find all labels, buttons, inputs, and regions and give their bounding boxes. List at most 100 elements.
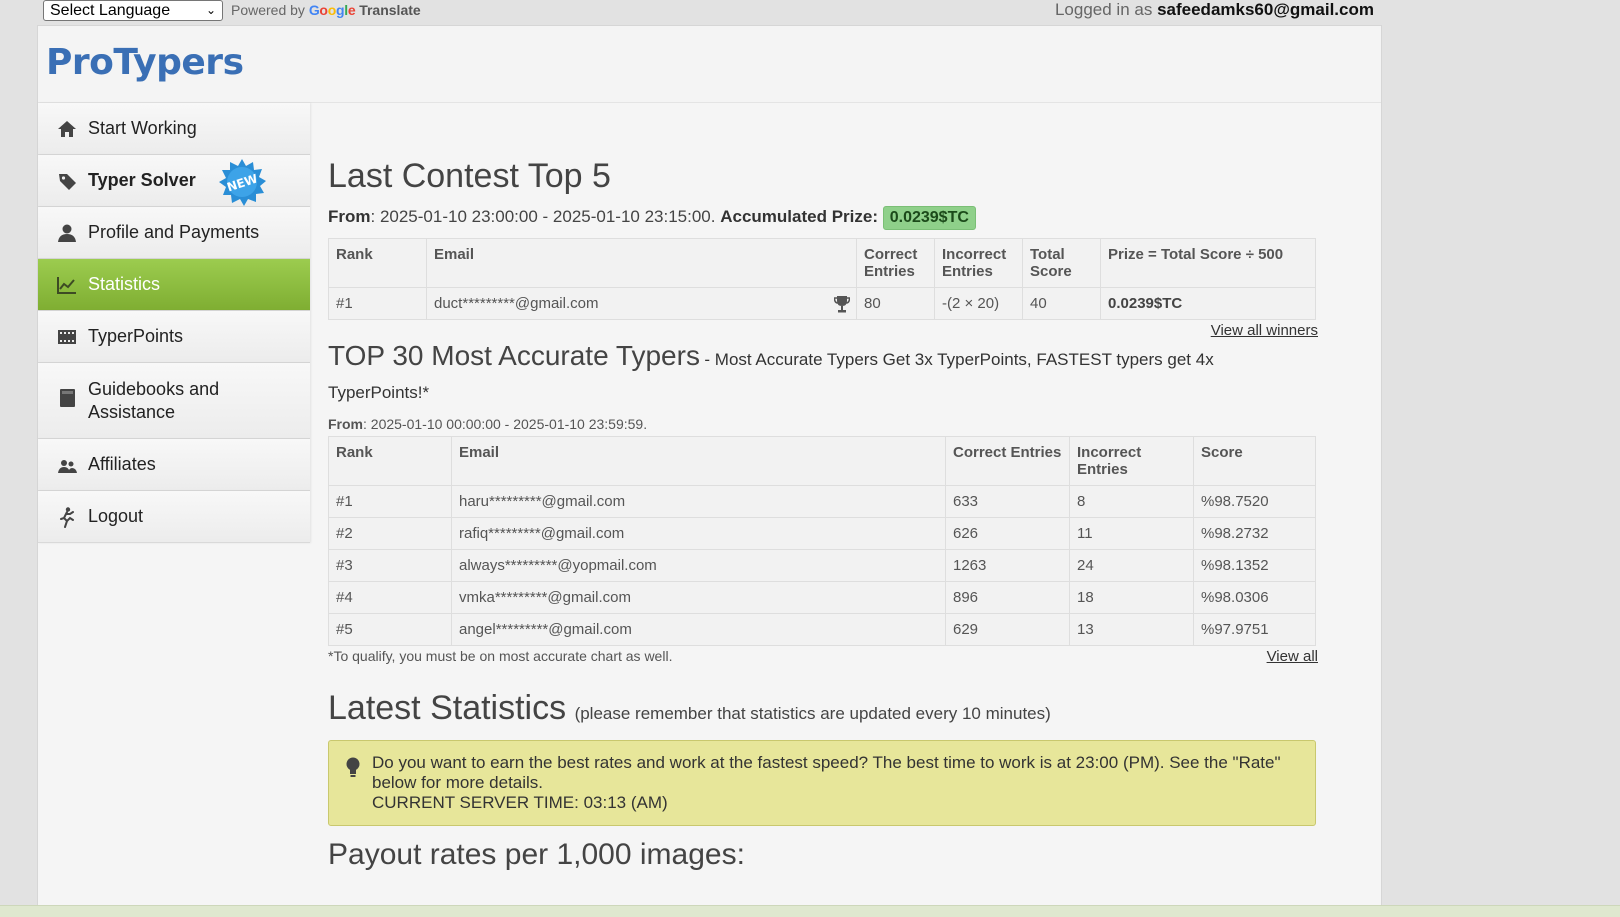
top-bar: Select Language ⌄ Powered by Google Tran…	[0, 0, 1620, 24]
correct-cell: 626	[945, 517, 1070, 550]
score-cell: %98.7520	[1193, 485, 1316, 518]
column-header: Prize = Total Score ÷ 500	[1100, 238, 1316, 288]
latest-note: (please remember that statistics are upd…	[574, 704, 1051, 723]
accurate-title: TOP 30 Most Accurate Typers	[328, 340, 700, 371]
score-cell: %98.1352	[1193, 549, 1316, 582]
column-header: Correct Entries	[856, 238, 935, 288]
sidebar: Start Working Typer Solver NEW Profile a…	[38, 103, 310, 543]
sidebar-item-start-working[interactable]: Start Working	[38, 103, 310, 155]
accurate-heading: TOP 30 Most Accurate Typers - Most Accur…	[328, 340, 1318, 410]
sidebar-item-typerpoints[interactable]: TyperPoints	[38, 311, 310, 363]
rank-cell: #5	[328, 613, 452, 646]
sidebar-item-label: Statistics	[88, 274, 161, 294]
email-cell: haru*********@gmail.com	[451, 485, 946, 518]
accurate-from-line: From: 2025-01-10 00:00:00 - 2025-01-10 2…	[328, 416, 1318, 432]
sidebar-item-typer-solver[interactable]: Typer Solver NEW	[38, 155, 310, 207]
table-row: #5 angel*********@gmail.com 629 13 %97.9…	[328, 613, 1316, 646]
main-content: Last Contest Top 5 From: 2025-01-10 23:0…	[328, 103, 1318, 872]
sidebar-item-label: TyperPoints	[88, 326, 184, 346]
email-cell: always*********@yopmail.com	[451, 549, 946, 582]
contest-date-range: : 2025-01-10 23:00:00 - 2025-01-10 23:15…	[370, 207, 716, 226]
accurate-table: Rank Email Correct Entries Incorrect Ent…	[328, 436, 1316, 646]
logged-in-status: Logged in as safeedamks60@gmail.com	[1055, 0, 1374, 20]
column-header: Email	[426, 238, 857, 288]
sidebar-item-statistics[interactable]: Statistics	[38, 259, 310, 311]
sidebar-item-label: Profile and Payments	[88, 222, 260, 242]
contest-from-line: From: 2025-01-10 23:00:00 - 2025-01-10 2…	[328, 206, 1318, 230]
sidebar-item-label: Affiliates	[88, 454, 156, 474]
prize-label: Accumulated Prize:	[720, 207, 878, 226]
user-email: safeedamks60@gmail.com	[1157, 0, 1374, 19]
prize-badge: 0.0239$TC	[882, 206, 976, 230]
new-badge-icon: NEW	[219, 159, 266, 206]
logged-in-label: Logged in as	[1054, 0, 1153, 19]
best-time-alert: Do you want to earn the best rates and w…	[328, 740, 1316, 826]
accurate-date-range: : 2025-01-10 00:00:00 - 2025-01-10 23:59…	[363, 416, 648, 432]
table-row: #1 haru*********@gmail.com 633 8 %98.752…	[328, 485, 1316, 518]
book-icon	[60, 389, 75, 407]
score-cell: %98.2732	[1193, 517, 1316, 550]
incorrect-cell: 18	[1069, 581, 1194, 614]
column-header: Incorrect Entries	[1069, 436, 1194, 486]
language-select[interactable]: Select Language ⌄	[43, 0, 223, 21]
from-label: From	[328, 416, 363, 432]
header: ProTypers	[38, 26, 1381, 103]
correct-cell: 80	[856, 287, 935, 320]
protypers-logo[interactable]: ProTypers	[46, 42, 244, 83]
incorrect-cell: -(2 × 20)	[934, 287, 1023, 320]
latest-title: Latest Statistics	[328, 689, 567, 727]
email-cell: duct*********@gmail.com	[426, 287, 857, 320]
bottom-strip	[0, 905, 1620, 917]
column-header: Total Score	[1022, 238, 1101, 288]
users-icon	[58, 459, 77, 473]
sidebar-item-affiliates[interactable]: Affiliates	[38, 439, 310, 491]
contest-title: Last Contest Top 5	[328, 157, 611, 195]
sidebar-item-label: Typer Solver	[88, 170, 196, 190]
table-row: #3 always*********@yopmail.com 1263 24 %…	[328, 549, 1316, 582]
latest-heading: Latest Statistics (please remember that …	[328, 689, 1318, 728]
column-header: Incorrect Entries	[934, 238, 1023, 288]
sidebar-item-profile-and-payments[interactable]: Profile and Payments	[38, 207, 310, 259]
column-header: Correct Entries	[945, 436, 1070, 486]
home-icon	[58, 120, 76, 137]
contest-table: Rank Email Correct Entries Incorrect Ent…	[328, 238, 1316, 320]
qualify-note: *To qualify, you must be on most accurat…	[328, 648, 673, 664]
payout-title: Payout rates per 1,000 images:	[328, 838, 745, 871]
table-header-row: Rank Email Correct Entries Incorrect Ent…	[328, 436, 1316, 486]
chart-icon	[57, 276, 76, 294]
from-label: From	[328, 207, 371, 226]
incorrect-cell: 24	[1069, 549, 1194, 582]
score-cell: %98.0306	[1193, 581, 1316, 614]
rank-cell: #4	[328, 581, 452, 614]
table-header-row: Rank Email Correct Entries Incorrect Ent…	[328, 238, 1316, 288]
powered-by-google-translate[interactable]: Powered by Google Translate	[231, 2, 421, 18]
view-all-link[interactable]: View all	[1267, 648, 1318, 665]
email-value: duct*********@gmail.com	[434, 295, 599, 312]
rank-cell: #2	[328, 517, 452, 550]
email-cell: angel*********@gmail.com	[451, 613, 946, 646]
correct-cell: 896	[945, 581, 1070, 614]
table-row: #1 duct*********@gmail.com 80 -(2 × 20) …	[328, 287, 1316, 320]
lightbulb-icon	[346, 757, 360, 777]
prize-cell: 0.0239$TC	[1100, 287, 1316, 320]
correct-cell: 633	[945, 485, 1070, 518]
table-row: #4 vmka*********@gmail.com 896 18 %98.03…	[328, 581, 1316, 614]
user-icon	[58, 224, 76, 242]
incorrect-cell: 8	[1069, 485, 1194, 518]
tag-icon	[59, 173, 76, 190]
score-cell: %97.9751	[1193, 613, 1316, 646]
column-header: Email	[451, 436, 946, 486]
film-icon	[58, 329, 76, 344]
column-header: Score	[1193, 436, 1316, 486]
incorrect-cell: 11	[1069, 517, 1194, 550]
language-select-value: Select Language	[50, 2, 171, 19]
accurate-footer: *To qualify, you must be on most accurat…	[328, 648, 1318, 665]
sidebar-item-logout[interactable]: Logout	[38, 491, 310, 543]
view-all-winners-link[interactable]: View all winners	[1211, 322, 1318, 339]
view-all-winners-wrap: View all winners	[328, 322, 1318, 340]
chevron-down-icon: ⌄	[205, 3, 216, 17]
rank-cell: #1	[328, 485, 452, 518]
sidebar-item-guidebooks[interactable]: Guidebooks and Assistance	[38, 363, 310, 439]
incorrect-cell: 13	[1069, 613, 1194, 646]
table-row: #2 rafiq*********@gmail.com 626 11 %98.2…	[328, 517, 1316, 550]
